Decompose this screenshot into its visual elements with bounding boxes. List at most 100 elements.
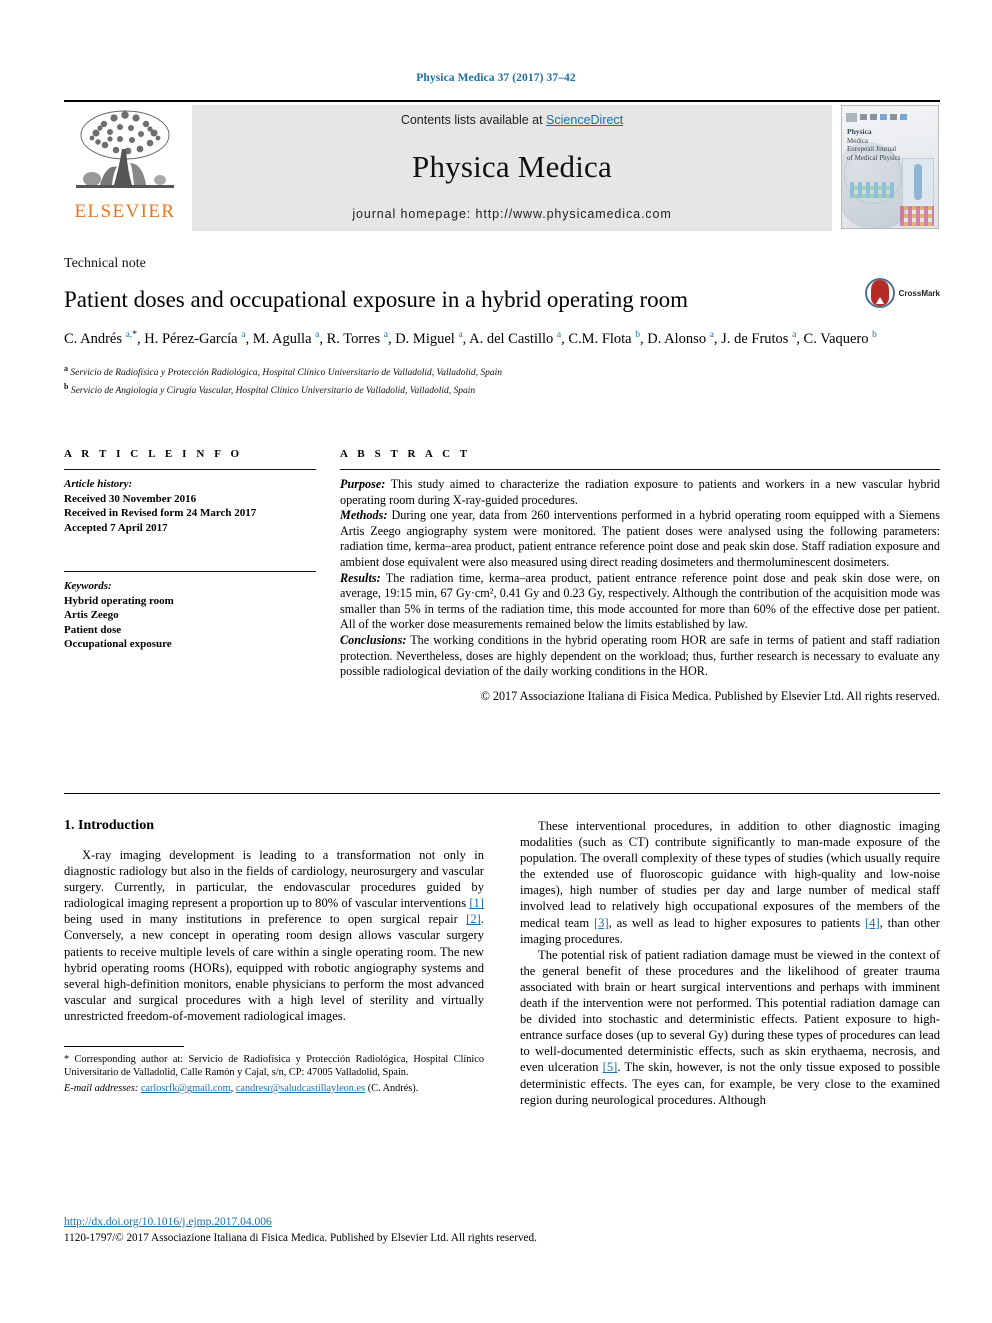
intro-paragraph-right-1: These interventional procedures, in addi… xyxy=(520,818,940,947)
keyword-item: Occupational exposure xyxy=(64,638,172,650)
elsevier-tree-icon xyxy=(76,110,174,188)
keyword-item: Artis Zeego xyxy=(64,609,119,621)
affiliation-a-text: Servicio de Radiofísica y Protección Rad… xyxy=(70,367,502,378)
abstract-conclusions-text: The working conditions in the hybrid ope… xyxy=(340,632,940,679)
cover-mosaic-secondary xyxy=(900,206,934,226)
running-head: Physica Medica 37 (2017) 37–42 xyxy=(416,72,576,84)
cover-chip xyxy=(880,114,887,120)
abstract-conclusions: Conclusions: The working conditions in t… xyxy=(340,633,940,678)
email-addresses-note: E-mail addresses: carlosrfk@gmail.com, c… xyxy=(64,1082,484,1095)
contents-line: Contents lists available at ScienceDirec… xyxy=(401,113,623,127)
abstract-purpose-text: This study aimed to characterize the rad… xyxy=(340,477,940,507)
article-type: Technical note xyxy=(64,256,146,271)
affiliation-a: a Servicio de Radiofísica y Protección R… xyxy=(64,363,502,378)
section-heading-introduction: 1. Introduction xyxy=(64,818,154,833)
cover-chip xyxy=(846,112,857,122)
elsevier-logo: ELSEVIER xyxy=(64,105,186,231)
contents-prefix: Contents lists available at xyxy=(400,113,547,127)
cover-title-text: Physica Medica European Journal of Medic… xyxy=(847,127,901,162)
abstract-body: Purpose: This study aimed to characteriz… xyxy=(340,477,940,704)
corresponding-author-note: * Corresponding author at: Servicio de R… xyxy=(64,1054,484,1079)
email-attribution: (C. Andrés). xyxy=(367,1082,419,1094)
elsevier-wordmark: ELSEVIER xyxy=(74,201,176,222)
history-revised: Received in Revised form 24 March 2017 xyxy=(64,507,257,519)
keywords-label: Keywords: xyxy=(64,580,112,592)
footnote-block: * Corresponding author at: Servicio de R… xyxy=(64,1046,484,1095)
abstract-purpose-label: Purpose: xyxy=(340,477,386,491)
cover-title-line4: of Medical Physics xyxy=(847,153,901,162)
citation-ref-3[interactable]: [3] xyxy=(594,916,609,930)
abstract-bottom-rule xyxy=(64,793,940,794)
intro-left-text-b: being used in many institutions in prefe… xyxy=(64,912,467,927)
citation-ref-4[interactable]: [4] xyxy=(865,916,880,930)
keyword-item: Hybrid operating room xyxy=(64,594,174,607)
abstract-heading: A B S T R A C T xyxy=(340,448,471,460)
intro-right-text-a: These interventional procedures, in addi… xyxy=(520,819,940,930)
citation-ref-5[interactable]: [5] xyxy=(603,1060,618,1074)
abstract-conclusions-label: Conclusions: xyxy=(340,632,407,647)
affiliation-b: b Servicio de Angiología y Cirugía Vascu… xyxy=(64,381,476,397)
keywords-block: Keywords: Hybrid operating room Artis Ze… xyxy=(64,579,316,652)
email-link-primary[interactable]: carlosrfk@gmail.com xyxy=(141,1083,231,1094)
author-list: C. Andrés a,*, H. Pérez-García a, M. Agu… xyxy=(64,330,877,347)
body-right-column: These interventional procedures, in addi… xyxy=(520,818,940,1108)
page-title: Patient doses and occupational exposure … xyxy=(64,287,689,312)
journal-masthead: ELSEVIER Contents lists available at Sci… xyxy=(64,100,940,231)
cover-chip xyxy=(890,114,897,120)
keywords-rule xyxy=(64,571,316,572)
history-label: Article history: xyxy=(64,478,133,490)
intro-paragraph-left: X-ray imaging development is leading to … xyxy=(64,847,484,1024)
article-header: Technical note Patient doses and occupat… xyxy=(64,256,940,398)
abstract-results: Results: The radiation time, kerma–area … xyxy=(340,571,940,632)
affiliation-b-text: Servicio de Angiología y Cirugía Vascula… xyxy=(70,386,476,397)
intro-right2-text-a: The potential risk of patient radiation … xyxy=(520,947,940,1075)
info-abstract-block: A R T I C L E I N F O Article history: R… xyxy=(64,448,940,704)
cover-header-chips xyxy=(846,110,934,124)
intro-right-text-b: , as well as lead to higher exposures to… xyxy=(608,915,865,930)
abstract-results-text: The radiation time, kerma–area product, … xyxy=(340,570,940,632)
email-link-secondary[interactable]: candresr@saludcastillayleon.es xyxy=(236,1083,365,1094)
page-footer: http://dx.doi.org/10.1016/j.ejmp.2017.04… xyxy=(64,1212,624,1244)
abstract-column: A B S T R A C T Purpose: This study aime… xyxy=(340,448,940,704)
masthead-center: Contents lists available at ScienceDirec… xyxy=(192,105,832,231)
keyword-item: Patient dose xyxy=(64,623,122,636)
body-left-column: 1. Introduction X-ray imaging developmen… xyxy=(64,818,484,1108)
journal-cover-thumbnail: Physica Medica European Journal of Medic… xyxy=(841,105,939,229)
crossmark-badge[interactable]: CrossMark xyxy=(864,278,940,308)
cover-title-line3: European Journal xyxy=(847,145,897,153)
issn-copyright: 1120-1797/© 2017 Associazione Italiana d… xyxy=(64,1232,537,1244)
cover-chip xyxy=(900,114,907,120)
abstract-rule xyxy=(340,469,940,470)
article-info-heading: A R T I C L E I N F O xyxy=(64,448,243,460)
article-info-column: A R T I C L E I N F O Article history: R… xyxy=(64,448,340,704)
citation-ref-1[interactable]: [1] xyxy=(469,896,484,910)
paper-page: Physica Medica 37 (2017) 37–42 ELSEVIER … xyxy=(0,0,992,1323)
doi-link[interactable]: http://dx.doi.org/10.1016/j.ejmp.2017.04… xyxy=(64,1216,272,1228)
abstract-methods: Methods: During one year, data from 260 … xyxy=(340,508,940,569)
crossmark-icon xyxy=(864,278,895,308)
abstract-methods-label: Methods: xyxy=(340,508,388,523)
abstract-copyright: © 2017 Associazione Italiana di Fisica M… xyxy=(480,688,940,703)
body-columns: 1. Introduction X-ray imaging developmen… xyxy=(64,818,940,1108)
intro-left-text-a: X-ray imaging development is leading to … xyxy=(64,848,484,911)
cover-figure-panel xyxy=(902,158,934,208)
abstract-results-label: Results: xyxy=(340,570,381,585)
masthead-top-rule xyxy=(64,100,940,102)
journal-title: Physica Medica xyxy=(412,149,612,184)
cover-title-line2: Medica xyxy=(847,136,868,145)
citation-ref-2[interactable]: [2] xyxy=(466,912,481,926)
cover-mosaic xyxy=(850,182,894,198)
abstract-purpose: Purpose: This study aimed to characteriz… xyxy=(340,477,940,507)
history-accepted: Accepted 7 April 2017 xyxy=(64,521,168,534)
email-addresses-label: E-mail addresses: xyxy=(64,1082,139,1094)
masthead-right: Physica Medica European Journal of Medic… xyxy=(840,105,940,231)
cover-title-line1: Physica xyxy=(847,127,872,136)
cover-chip xyxy=(860,114,867,120)
sciencedirect-link[interactable]: ScienceDirect xyxy=(546,113,623,127)
journal-homepage[interactable]: journal homepage: http://www.physicamedi… xyxy=(352,207,671,221)
intro-left-text-c: . Conversely, a new concept in operating… xyxy=(64,912,484,1023)
abstract-methods-text: During one year, data from 260 intervent… xyxy=(340,508,940,569)
crossmark-label: CrossMark xyxy=(898,288,940,298)
footnote-rule xyxy=(64,1046,184,1048)
